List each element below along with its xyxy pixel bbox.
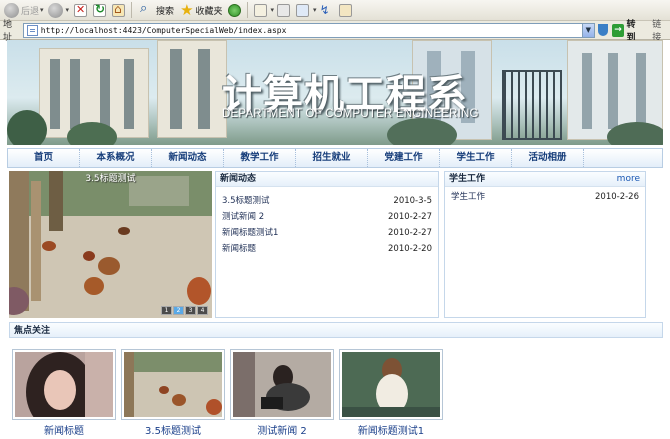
image-slider[interactable]: 3.5标题测试 1 2 3 4	[9, 171, 212, 318]
nav-item-home[interactable]: 首页	[8, 149, 80, 167]
favorites-button[interactable]: ★ 收藏夹	[176, 1, 224, 19]
news-list: 3.5标题测试 2010-3-5 测试新闻 2 2010-2-27 新闻标题测试…	[216, 187, 438, 257]
back-label: 后退	[21, 6, 40, 17]
slider-dot[interactable]: 1	[161, 306, 172, 315]
nav-item-overview[interactable]: 本系概况	[80, 149, 152, 167]
edit-dropdown-icon[interactable]: ▾	[313, 6, 317, 14]
focus-caption[interactable]: 测试新闻 2	[230, 422, 334, 437]
thumbnail-image	[124, 352, 222, 417]
news-date: 2010-2-26	[595, 192, 639, 202]
focus-thumbnail[interactable]	[121, 349, 225, 420]
news-date: 2010-2-27	[388, 228, 432, 238]
building-image	[157, 40, 227, 138]
forward-arrow-icon	[47, 2, 63, 18]
toolbar-separator	[131, 2, 133, 18]
focus-section: 焦点关注 新闻标题 3.5标题测试 测试新闻 2 新闻标题测试1	[9, 322, 663, 439]
nav-item-album[interactable]: 活动相册	[512, 149, 584, 167]
news-panel: 新闻动态 3.5标题测试 2010-3-5 测试新闻 2 2010-2-27 新…	[215, 171, 439, 318]
url-text: http://localhost:4423/ComputerSpecialWeb…	[40, 25, 287, 35]
url-input[interactable]: http://localhost:4423/ComputerSpecialWeb…	[22, 22, 595, 38]
history-icon[interactable]	[227, 3, 241, 17]
news-row[interactable]: 测试新闻 2 2010-2-27	[222, 209, 432, 225]
go-arrow-icon[interactable]: →	[611, 23, 625, 37]
refresh-icon[interactable]	[93, 2, 107, 17]
forward-dropdown-icon[interactable]: ▾	[66, 6, 70, 14]
slide-caption: 3.5标题测试	[85, 174, 136, 184]
focus-caption[interactable]: 新闻标题	[12, 422, 116, 437]
tree-image	[67, 122, 117, 145]
address-bar: 地址 http://localhost:4423/ComputerSpecial…	[0, 20, 670, 43]
news-link[interactable]: 新闻标题	[222, 241, 256, 257]
url-dropdown-icon[interactable]: ▼	[581, 23, 594, 37]
site-banner: 计算机工程系 DEPARTMENT OF COMPUTER ENGINEERIN…	[7, 40, 663, 145]
gate-image	[502, 70, 562, 140]
slide-image	[9, 171, 212, 318]
student-work-list: 学生工作 2010-2-26	[445, 187, 645, 205]
tree-image	[7, 110, 47, 145]
search-label: 搜索	[156, 6, 175, 17]
news-row[interactable]: 3.5标题测试 2010-3-5	[222, 193, 432, 209]
toolbar-separator	[246, 2, 248, 18]
news-panel-title: 新闻动态	[216, 172, 438, 187]
focus-title: 焦点关注	[9, 322, 663, 338]
mail-icon[interactable]	[253, 3, 267, 17]
news-date: 2010-3-5	[393, 196, 432, 206]
back-dropdown-icon[interactable]: ▾	[40, 6, 44, 14]
thumbnail-image	[15, 352, 113, 419]
focus-thumbnail[interactable]	[230, 349, 334, 420]
edit-icon[interactable]	[296, 3, 310, 17]
print-icon[interactable]	[277, 3, 291, 17]
stop-icon[interactable]	[74, 3, 88, 17]
nav-item-teaching[interactable]: 教学工作	[224, 149, 296, 167]
news-link[interactable]: 新闻标题测试1	[222, 225, 278, 241]
focus-thumbnail[interactable]	[339, 349, 443, 420]
forward-button[interactable]: ▾	[46, 1, 72, 19]
tree-image	[387, 118, 457, 145]
slider-dot[interactable]: 4	[197, 306, 208, 315]
news-link[interactable]: 学生工作	[451, 189, 485, 205]
more-link[interactable]: more	[617, 172, 640, 187]
news-row[interactable]: 新闻标题 2010-2-20	[222, 241, 432, 257]
nav-item-party[interactable]: 党建工作	[368, 149, 440, 167]
page-icon	[26, 24, 38, 36]
home-icon[interactable]	[112, 2, 126, 17]
slider-dot-active[interactable]: 2	[173, 306, 184, 315]
browser-toolbar: 后退 ▾ ▾ 搜索 ★ 收藏夹 ▾ ▾ ↯	[0, 0, 670, 21]
news-row[interactable]: 新闻标题测试1 2010-2-27	[222, 225, 432, 241]
news-link[interactable]: 测试新闻 2	[222, 209, 264, 225]
news-link[interactable]: 3.5标题测试	[222, 193, 270, 209]
star-icon: ★	[180, 0, 194, 19]
news-date: 2010-2-27	[388, 212, 432, 222]
main-nav: 首页 本系概况 新闻动态 教学工作 招生就业 党建工作 学生工作 活动相册	[7, 148, 663, 168]
news-row[interactable]: 学生工作 2010-2-26	[451, 189, 639, 205]
slider-pager: 1 2 3 4	[160, 306, 208, 315]
security-shield-icon[interactable]	[597, 24, 608, 36]
thumbnail-image	[342, 352, 440, 417]
site-subtitle: DEPARTMENT OF COMPUTER ENGINEERING	[222, 108, 479, 120]
favorites-label: 收藏夹	[195, 6, 223, 17]
student-work-panel: 学生工作 more 学生工作 2010-2-26	[444, 171, 646, 318]
focus-caption[interactable]: 3.5标题测试	[121, 422, 225, 437]
back-arrow-icon	[4, 2, 19, 18]
web-page: 计算机工程系 DEPARTMENT OF COMPUTER ENGINEERIN…	[7, 40, 663, 439]
focus-caption[interactable]: 新闻标题测试1	[339, 422, 443, 437]
student-work-header: 学生工作 more	[445, 172, 645, 187]
search-button[interactable]: 搜索	[135, 1, 176, 19]
mail-dropdown-icon[interactable]: ▾	[271, 6, 275, 14]
student-work-title: 学生工作	[449, 174, 486, 184]
nav-item-students[interactable]: 学生工作	[440, 149, 512, 167]
news-date: 2010-2-20	[388, 244, 432, 254]
nav-item-news[interactable]: 新闻动态	[152, 149, 224, 167]
focus-thumbnail[interactable]	[12, 349, 116, 420]
search-icon	[140, 1, 153, 17]
messenger-icon[interactable]	[338, 3, 352, 17]
discuss-icon[interactable]: ↯	[320, 4, 333, 17]
nav-item-admissions[interactable]: 招生就业	[296, 149, 368, 167]
slider-dot[interactable]: 3	[185, 306, 196, 315]
thumbnail-image	[233, 352, 331, 417]
tree-image	[607, 122, 663, 145]
